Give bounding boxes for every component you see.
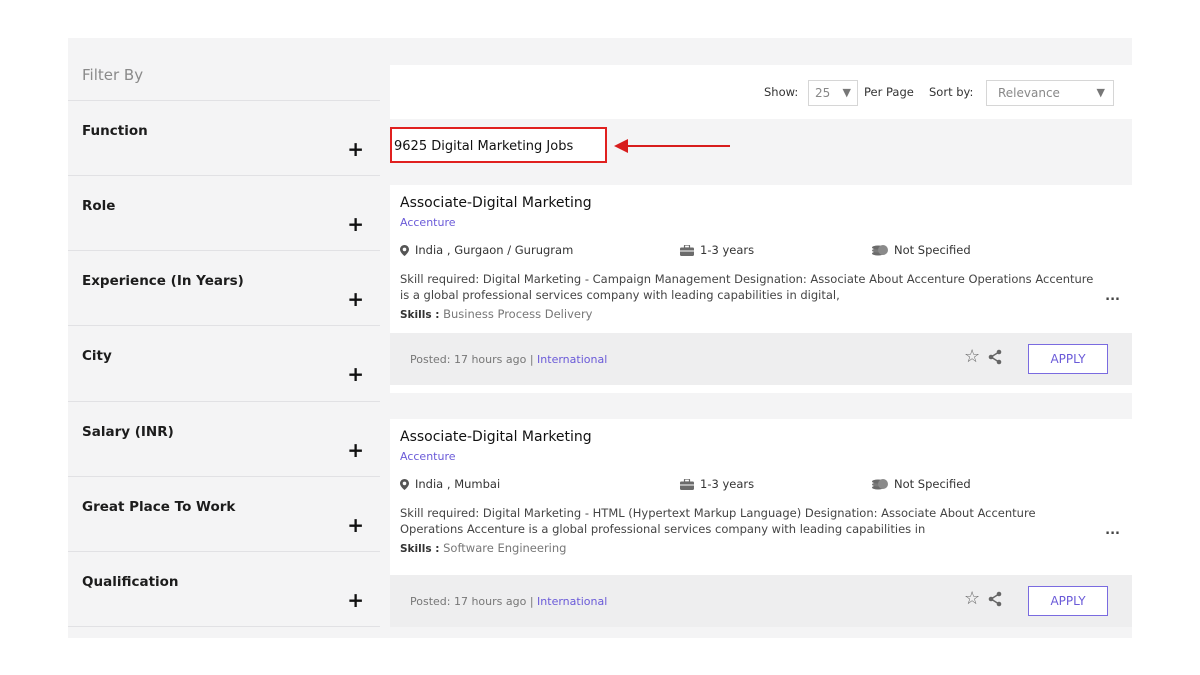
job-salary: Not Specified [872, 243, 971, 257]
job-card[interactable]: Associate-Digital Marketing Accenture In… [390, 419, 1132, 627]
briefcase-icon [680, 478, 694, 490]
expand-plus-icon[interactable]: + [347, 590, 364, 610]
filter-label: City [82, 348, 112, 364]
salary-text: Not Specified [894, 243, 971, 257]
sort-value: Relevance [998, 86, 1060, 100]
job-description: Skill required: Digital Marketing - HTML… [400, 506, 1036, 536]
job-location: India , Mumbai [400, 477, 500, 491]
salary-text: Not Specified [894, 477, 971, 491]
show-label: Show: [764, 85, 799, 99]
expand-plus-icon[interactable]: + [347, 364, 364, 384]
location-text: India , Gurgaon / Gurugram [415, 243, 574, 257]
chevron-down-icon: ▼ [1096, 86, 1105, 99]
chevron-down-icon: ▼ [842, 86, 851, 99]
job-card-footer: Posted: 17 hours ago | International ☆ A… [390, 575, 1132, 627]
filter-label: Role [82, 198, 116, 214]
posted-time: Posted: 17 hours ago | [410, 353, 534, 366]
job-salary: Not Specified [872, 477, 971, 491]
apply-button[interactable]: APPLY [1028, 344, 1108, 374]
money-stack-icon [872, 245, 888, 256]
filter-label: Function [82, 123, 148, 139]
apply-button[interactable]: APPLY [1028, 586, 1108, 616]
per-page-label: Per Page [864, 85, 914, 99]
more-ellipsis[interactable]: ... [1105, 289, 1120, 304]
job-card[interactable]: Associate-Digital Marketing Accenture In… [390, 185, 1132, 393]
posted-time: Posted: 17 hours ago | [410, 595, 534, 608]
job-search-panel: Filter By Function + Role + Experience (… [68, 38, 1132, 638]
job-tag[interactable]: International [537, 595, 607, 608]
job-card-footer: Posted: 17 hours ago | International ☆ A… [390, 333, 1132, 385]
star-outline-icon[interactable]: ☆ [964, 347, 980, 367]
share-icon[interactable] [988, 591, 1002, 607]
per-page-value: 25 [815, 86, 831, 100]
map-pin-icon [400, 244, 409, 256]
job-description: Skill required: Digital Marketing - Camp… [400, 272, 1094, 302]
filter-function[interactable]: Function + [68, 100, 380, 175]
briefcase-icon [680, 244, 694, 256]
filter-great-place-to-work[interactable]: Great Place To Work + [68, 476, 380, 551]
more-ellipsis[interactable]: ... [1105, 523, 1120, 538]
job-experience: 1-3 years [680, 477, 754, 491]
expand-plus-icon[interactable]: + [347, 214, 364, 234]
filter-qualification[interactable]: Qualification + [68, 551, 380, 627]
sort-by-select[interactable]: Relevance ▼ [986, 80, 1114, 106]
filter-role[interactable]: Role + [68, 175, 380, 250]
filter-by-heading: Filter By [82, 66, 144, 84]
filter-label: Great Place To Work [82, 499, 236, 515]
expand-plus-icon[interactable]: + [347, 440, 364, 460]
job-skills: Skills : Business Process Delivery [400, 307, 593, 321]
expand-plus-icon[interactable]: + [347, 515, 364, 535]
map-pin-icon [400, 478, 409, 490]
job-skills: Skills : Software Engineering [400, 541, 566, 555]
experience-text: 1-3 years [700, 243, 755, 257]
company-name[interactable]: Accenture [400, 216, 456, 229]
skills-value: Software Engineering [443, 541, 567, 555]
company-name[interactable]: Accenture [400, 450, 456, 463]
experience-text: 1-3 years [700, 477, 755, 491]
skills-label: Skills : [400, 309, 440, 321]
sort-by-label: Sort by: [929, 85, 974, 99]
star-outline-icon[interactable]: ☆ [964, 589, 980, 609]
filter-label: Experience (In Years) [82, 273, 244, 289]
location-text: India , Mumbai [415, 477, 501, 491]
job-title[interactable]: Associate-Digital Marketing [400, 429, 592, 445]
money-stack-icon [872, 479, 888, 490]
posted-info: Posted: 17 hours ago | International [410, 595, 607, 608]
annotation-arrow-line [626, 145, 730, 147]
skills-value: Business Process Delivery [443, 307, 593, 321]
skills-label: Skills : [400, 543, 440, 555]
per-page-select[interactable]: 25 ▼ [808, 80, 858, 106]
job-tag[interactable]: International [537, 353, 607, 366]
posted-info: Posted: 17 hours ago | International [410, 353, 607, 366]
results-toolbar: Show: 25 ▼ Per Page Sort by: Relevance ▼ [390, 65, 1132, 119]
filter-experience[interactable]: Experience (In Years) + [68, 250, 380, 325]
job-experience: 1-3 years [680, 243, 754, 257]
expand-plus-icon[interactable]: + [347, 289, 364, 309]
filter-city[interactable]: City + [68, 325, 380, 400]
result-count: 9625 Digital Marketing Jobs [394, 139, 574, 154]
share-icon[interactable] [988, 349, 1002, 365]
filter-sidebar: Filter By Function + Role + Experience (… [68, 38, 380, 638]
job-title[interactable]: Associate-Digital Marketing [400, 195, 592, 211]
expand-plus-icon[interactable]: + [347, 139, 364, 159]
filter-label: Qualification [82, 574, 179, 590]
filter-salary[interactable]: Salary (INR) + [68, 401, 380, 476]
job-location: India , Gurgaon / Gurugram [400, 243, 573, 257]
result-count-box: 9625 Digital Marketing Jobs [390, 127, 607, 163]
filter-label: Salary (INR) [82, 424, 174, 440]
